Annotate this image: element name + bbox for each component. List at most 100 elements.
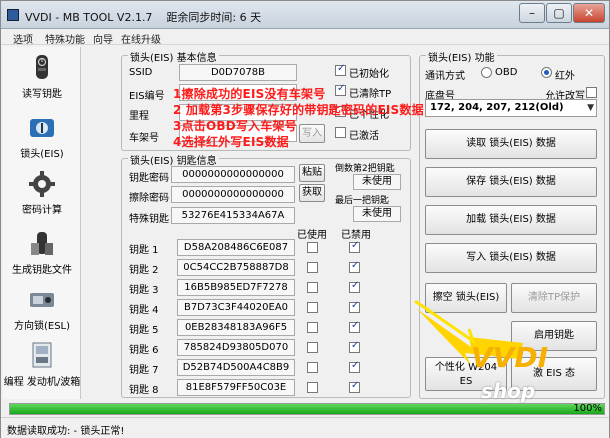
key-value-field: B7D73C3F44020EA0 <box>177 299 295 316</box>
maximize-button[interactable]: ▢ <box>546 3 572 23</box>
status-text: 数据读取成功: - 锁头正常! <box>7 426 125 437</box>
close-icon: ✕ <box>583 6 595 20</box>
key-used-checkbox[interactable] <box>307 242 318 253</box>
key-used-checkbox[interactable] <box>307 282 318 293</box>
key-label: 钥匙 2 <box>129 265 159 276</box>
key-disabled-checkbox[interactable] <box>349 360 360 373</box>
group-title: 锁头(EIS) 钥匙信息 <box>128 152 219 167</box>
special-key-label: 特殊钥匙 <box>129 214 169 225</box>
ssid-label: SSID <box>129 67 153 78</box>
sidebar-item-read-write-key[interactable]: 读写钥匙 <box>3 51 81 111</box>
sidebar-item-esl[interactable]: 方向锁(ESL) <box>3 283 81 343</box>
activated-label: 已激活 <box>349 131 379 142</box>
key-file-icon <box>31 232 53 255</box>
chevron-down-icon: ▼ <box>587 103 594 113</box>
key-used-checkbox[interactable] <box>307 382 318 393</box>
second-last-key-field: 未使用 <box>353 174 401 190</box>
eis-ignition-icon <box>30 119 54 137</box>
annotation-step-2: 2 加载第3步骤保存好的带钥匙密码的EIS数据 <box>173 103 424 117</box>
key-label: 钥匙 1 <box>129 245 159 256</box>
minimize-button[interactable]: – <box>519 3 545 23</box>
key-label: 钥匙 8 <box>129 385 159 396</box>
key-label: 钥匙 5 <box>129 325 159 336</box>
minimize-icon: – <box>529 6 535 20</box>
key-password-field: 0000000000000000 <box>171 166 295 183</box>
sidebar-item-engine-gearbox[interactable]: 编程 发动机/波箱 <box>3 339 81 399</box>
close-button[interactable]: ✕ <box>573 3 605 23</box>
key-used-checkbox[interactable] <box>307 362 318 373</box>
engine-ecu-icon <box>32 342 52 368</box>
key-disabled-checkbox[interactable] <box>349 340 360 353</box>
sidebar-label: 生成钥匙文件 <box>12 265 72 276</box>
vin-label: 车架号 <box>129 133 159 144</box>
key-used-checkbox[interactable] <box>307 342 318 353</box>
obd-radio[interactable] <box>481 67 492 78</box>
menu-special[interactable]: 特殊功能 <box>45 31 85 46</box>
status-bar: 数据读取成功: - 锁头正常! <box>1 417 609 438</box>
paste-button[interactable]: 粘贴 <box>299 164 325 182</box>
mercedes-key-icon <box>36 55 48 79</box>
menu-wizard[interactable]: 向导 <box>93 31 113 46</box>
save-eis-button[interactable]: 保存 锁头(EIS) 数据 <box>425 167 597 197</box>
annotation-step-4: 4选择红外写EIS数据 <box>173 135 289 149</box>
title-bar: VVDI - MB TOOL V2.1.7 距余同步时间: 6 天 – ▢ ✕ <box>1 1 609 29</box>
ir-label: 红外 <box>555 71 575 82</box>
sidebar-item-password-calc[interactable]: 密码计算 <box>3 167 81 227</box>
progress-bar: 100% <box>9 403 605 415</box>
key-value-field: 0EB28348183A96F5 <box>177 319 295 336</box>
key-password-label: 钥匙密码 <box>129 173 169 184</box>
read-eis-button[interactable]: 读取 锁头(EIS) 数据 <box>425 129 597 159</box>
annotation-step-1: 1擦除成功的EIS没有车架号 <box>173 87 326 101</box>
second-last-key-label: 倒数第2把钥匙 <box>335 164 395 174</box>
write-vin-button[interactable]: 写入 <box>299 124 325 143</box>
key-disabled-checkbox[interactable] <box>349 380 360 393</box>
key-used-checkbox[interactable] <box>307 302 318 313</box>
last-key-field: 未使用 <box>353 206 401 222</box>
obd-label: OBD <box>495 67 518 78</box>
menu-bar: 选项 特殊功能 向导 在线升级 <box>1 29 609 46</box>
tp-cleared-label: 已清除TP <box>349 89 392 100</box>
sidebar-label: 锁头(EIS) <box>20 149 64 160</box>
gear-calc-icon <box>29 171 55 197</box>
key-value-field: 0C54CC2B758887D8 <box>177 259 295 276</box>
watermark-brand: VVDI <box>471 341 548 374</box>
allow-modify-checkbox[interactable] <box>586 87 597 98</box>
sidebar-item-eis[interactable]: 锁头(EIS) <box>3 111 81 171</box>
key-label: 钥匙 6 <box>129 345 159 356</box>
write-eis-button[interactable]: 写入 锁头(EIS) 数据 <box>425 243 597 273</box>
watermark-sub: shop <box>481 379 536 403</box>
tp-cleared-checkbox <box>335 83 346 96</box>
chassis-select[interactable]: 172, 204, 207, 212(Old) ▼ <box>425 99 597 117</box>
key-used-checkbox[interactable] <box>307 262 318 273</box>
key-disabled-checkbox[interactable] <box>349 300 360 313</box>
last-key-label: 最后一把钥匙 <box>335 196 390 206</box>
key-used-checkbox[interactable] <box>307 322 318 333</box>
erase-password-field: 0000000000000000 <box>171 186 295 203</box>
fetch-button[interactable]: 获取 <box>299 184 325 202</box>
comm-mode-label: 通讯方式 <box>425 71 465 82</box>
progress-label: 100% <box>573 403 602 414</box>
load-eis-button[interactable]: 加载 锁头(EIS) 数据 <box>425 205 597 235</box>
key-disabled-checkbox[interactable] <box>349 320 360 333</box>
menu-options[interactable]: 选项 <box>13 31 33 46</box>
key-disabled-checkbox[interactable] <box>349 240 360 253</box>
sidebar-label: 编程 发动机/波箱 <box>3 377 81 388</box>
key-disabled-checkbox[interactable] <box>349 260 360 273</box>
window-title: VVDI - MB TOOL V2.1.7 距余同步时间: 6 天 <box>25 9 261 25</box>
group-title: 锁头(EIS) 功能 <box>426 49 497 64</box>
annotation-step-3: 3点击OBD写入车架号 <box>173 119 297 133</box>
sidebar: 读写钥匙 锁头(EIS) 密码计算 生成钥匙文件 方向锁(ESL) 编程 发动机… <box>3 47 81 399</box>
menu-online-update[interactable]: 在线升级 <box>121 31 161 46</box>
key-value-field: 81E8F579FF50C03E <box>177 379 295 396</box>
app-window: VVDI - MB TOOL V2.1.7 距余同步时间: 6 天 – ▢ ✕ … <box>0 0 610 438</box>
key-value-field: D52B74D500A4C8B9 <box>177 359 295 376</box>
group-title: 锁头(EIS) 基本信息 <box>128 49 219 64</box>
sidebar-item-key-file[interactable]: 生成钥匙文件 <box>3 227 81 287</box>
sidebar-label: 方向锁(ESL) <box>13 321 71 332</box>
key-disabled-checkbox[interactable] <box>349 280 360 293</box>
ir-radio[interactable] <box>541 67 552 78</box>
steering-lock-icon <box>30 293 54 307</box>
key-label: 钥匙 3 <box>129 285 159 296</box>
eis-number-label: EIS编号 <box>129 91 165 102</box>
key-label: 钥匙 4 <box>129 305 159 316</box>
